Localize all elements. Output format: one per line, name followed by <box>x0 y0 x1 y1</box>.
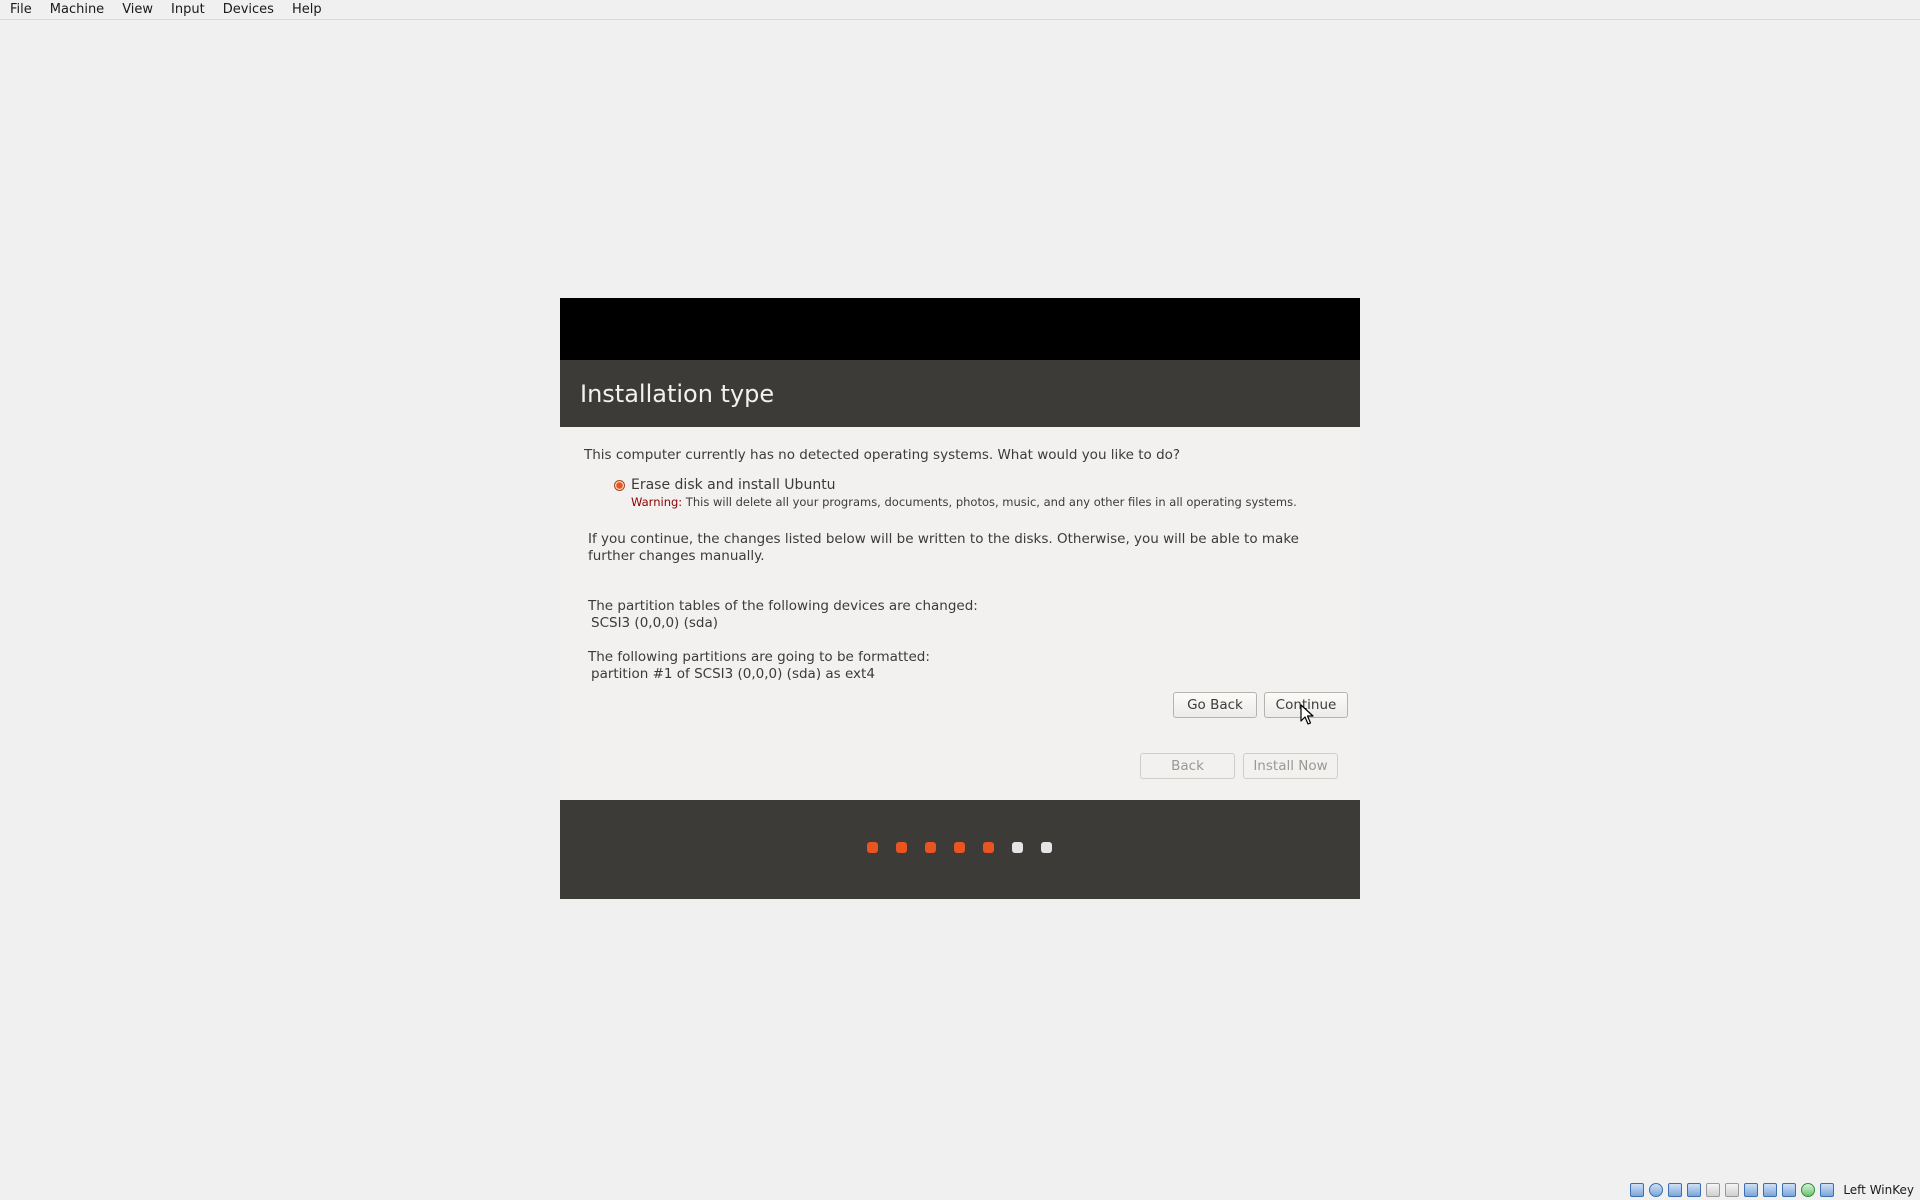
formatted-partitions: The following partitions are going to be… <box>588 649 1348 683</box>
vm-status-tray: Left WinKey <box>1630 1183 1914 1197</box>
display-icon[interactable] <box>1744 1183 1759 1197</box>
progress-dot <box>925 842 936 853</box>
changes-info: If you continue, the changes listed belo… <box>588 531 1299 564</box>
network-icon[interactable] <box>1687 1183 1702 1197</box>
mouse-cursor-icon <box>1300 704 1314 725</box>
installer-content: This computer currently has no detected … <box>560 427 1360 800</box>
menu-input[interactable]: Input <box>161 0 213 19</box>
menu-file[interactable]: File <box>0 0 40 19</box>
progress-dot <box>983 842 994 853</box>
erase-disk-label[interactable]: Erase disk and install Ubuntu <box>631 477 1297 493</box>
go-back-button[interactable]: Go Back <box>1173 692 1257 718</box>
shared-folder-icon[interactable] <box>1725 1183 1740 1197</box>
formatted-partitions-heading: The following partitions are going to be… <box>588 649 930 665</box>
warning-text: This will delete all your programs, docu… <box>682 495 1297 509</box>
host-key-label: Left WinKey <box>1843 1183 1914 1197</box>
guest-additions-icon[interactable] <box>1801 1183 1816 1197</box>
partition-table-heading: The partition tables of the following de… <box>588 598 978 614</box>
formatted-partition-item: partition #1 of SCSI3 (0,0,0) (sda) as e… <box>591 666 875 682</box>
install-now-button[interactable]: Install Now <box>1243 753 1338 779</box>
installer-window: Installation type This computer currentl… <box>560 298 1360 899</box>
progress-dot <box>867 842 878 853</box>
erase-disk-radio[interactable] <box>614 480 625 491</box>
back-button[interactable]: Back <box>1140 753 1235 779</box>
progress-dot <box>954 842 965 853</box>
progress-dot <box>896 842 907 853</box>
progress-dot <box>1041 842 1052 853</box>
erase-disk-warning: Warning: This will delete all your progr… <box>631 495 1297 509</box>
video-capture-icon[interactable] <box>1763 1183 1778 1197</box>
erase-disk-option[interactable]: Erase disk and install Ubuntu Warning: T… <box>614 477 1297 509</box>
progress-dots <box>867 842 1070 853</box>
vm-menubar: File Machine View Input Devices Help <box>0 0 1920 20</box>
menu-machine[interactable]: Machine <box>40 0 112 19</box>
partition-table-device: SCSI3 (0,0,0) (sda) <box>591 615 719 631</box>
hard-disk-icon[interactable] <box>1630 1183 1645 1197</box>
optical-drive-icon[interactable] <box>1649 1183 1664 1197</box>
menu-view[interactable]: View <box>112 0 161 19</box>
virtualization-icon[interactable] <box>1782 1183 1797 1197</box>
partition-table-changes: The partition tables of the following de… <box>588 598 1348 632</box>
warning-prefix: Warning: <box>631 495 683 509</box>
installer-top-bar <box>560 298 1360 360</box>
installer-title-bar: Installation type <box>560 360 1360 427</box>
page-title: Installation type <box>580 379 775 408</box>
installer-footer <box>560 800 1360 899</box>
audio-icon[interactable] <box>1668 1183 1683 1197</box>
mouse-integration-icon[interactable] <box>1820 1183 1835 1197</box>
install-question: This computer currently has no detected … <box>584 447 1181 463</box>
erase-disk-text: Erase disk and install Ubuntu Warning: T… <box>631 477 1297 509</box>
menu-devices[interactable]: Devices <box>213 0 282 19</box>
menu-help[interactable]: Help <box>282 0 330 19</box>
progress-dot <box>1012 842 1023 853</box>
usb-icon[interactable] <box>1706 1183 1721 1197</box>
